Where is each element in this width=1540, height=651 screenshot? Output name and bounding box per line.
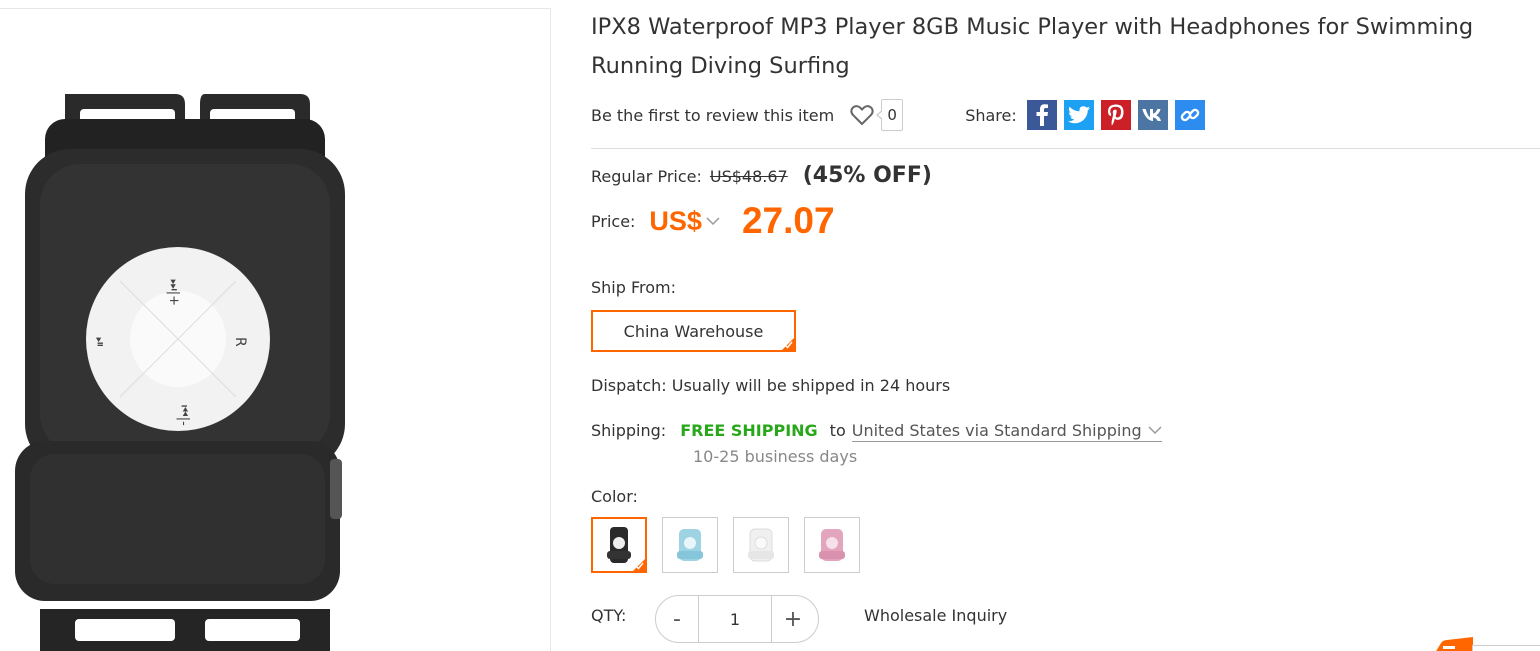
divider xyxy=(591,148,1540,149)
shipping-method-label: United States via Standard Shipping xyxy=(851,421,1142,440)
ship-from-label: Ship From: xyxy=(591,278,677,297)
shipping-label: Shipping: xyxy=(591,421,667,440)
warehouse-option-button[interactable]: China Warehouse xyxy=(591,310,796,352)
repeat-label: R xyxy=(232,337,248,347)
share-icons xyxy=(1026,100,1205,130)
wholesale-inquiry-link[interactable]: Wholesale Inquiry xyxy=(864,606,1007,625)
write-review-link[interactable]: Be the first to review this item xyxy=(591,106,834,125)
product-image-panel[interactable]: ⏭|+ ⏯ R ⏮|- xyxy=(0,8,551,651)
warehouse-option-label: China Warehouse xyxy=(623,321,764,341)
prev-vol-down-label: ⏮|- xyxy=(176,405,191,426)
favorite-count: 0 xyxy=(876,99,904,131)
next-vol-up-label: ⏭|+ xyxy=(166,279,181,306)
link-icon[interactable] xyxy=(1174,100,1205,130)
twitter-icon[interactable] xyxy=(1063,100,1094,130)
shipping-method-dropdown[interactable]: United States via Standard Shipping xyxy=(851,421,1162,442)
play-pause-label: ⏯ xyxy=(92,337,107,347)
free-shipping-badge: FREE SHIPPING xyxy=(680,421,818,440)
color-swatch-light-blue[interactable] xyxy=(662,517,718,573)
chevron-down-icon[interactable] xyxy=(706,214,720,228)
regular-price-row: Regular Price: US$48.67 (45% OFF) xyxy=(591,163,932,188)
pinterest-icon[interactable] xyxy=(1100,100,1131,130)
price-row: Price: US$ 27.07 xyxy=(591,198,835,244)
current-price: 27.07 xyxy=(741,200,835,241)
chevron-down-icon xyxy=(1148,426,1162,435)
facebook-icon[interactable] xyxy=(1026,100,1057,130)
share-label: Share: xyxy=(965,105,1017,125)
delivery-days: 10-25 business days xyxy=(693,447,858,466)
color-label: Color: xyxy=(591,487,638,506)
quantity-stepper: - + xyxy=(655,595,819,643)
check-icon xyxy=(784,341,793,349)
check-icon xyxy=(635,562,644,570)
heart-icon[interactable] xyxy=(849,102,875,128)
color-swatch-white[interactable] xyxy=(733,517,789,573)
currency-selector[interactable]: US$ xyxy=(649,206,702,237)
vk-icon[interactable] xyxy=(1137,100,1168,130)
regular-price-label: Regular Price: xyxy=(591,167,702,186)
dispatch-info: Dispatch: Usually will be shipped in 24 … xyxy=(591,376,951,395)
color-swatch-black[interactable] xyxy=(591,517,647,573)
qty-increase-button[interactable]: + xyxy=(772,596,814,642)
shipping-row: Shipping: FREE SHIPPING to United States… xyxy=(591,421,1162,442)
price-label: Price: xyxy=(591,211,636,231)
regular-price-value: US$48.67 xyxy=(709,167,788,186)
product-image: ⏭|+ ⏯ R ⏮|- xyxy=(15,94,345,651)
qty-label: QTY: xyxy=(591,606,627,625)
floating-panel-edge xyxy=(1472,645,1540,651)
review-share-row: Be the first to review this item 0 Share… xyxy=(591,98,1205,132)
shipping-to-text: to xyxy=(829,421,846,440)
qty-decrease-button[interactable]: - xyxy=(656,596,698,642)
product-info: IPX8 Waterproof MP3 Player 8GB Music Pla… xyxy=(591,0,1540,651)
discount-badge: (45% OFF) xyxy=(802,163,932,188)
color-swatch-pink[interactable] xyxy=(804,517,860,573)
color-swatches xyxy=(591,517,860,573)
promo-tag-icon xyxy=(1436,637,1473,651)
product-title: IPX8 Waterproof MP3 Player 8GB Music Pla… xyxy=(591,14,1474,79)
qty-input[interactable] xyxy=(698,596,772,642)
